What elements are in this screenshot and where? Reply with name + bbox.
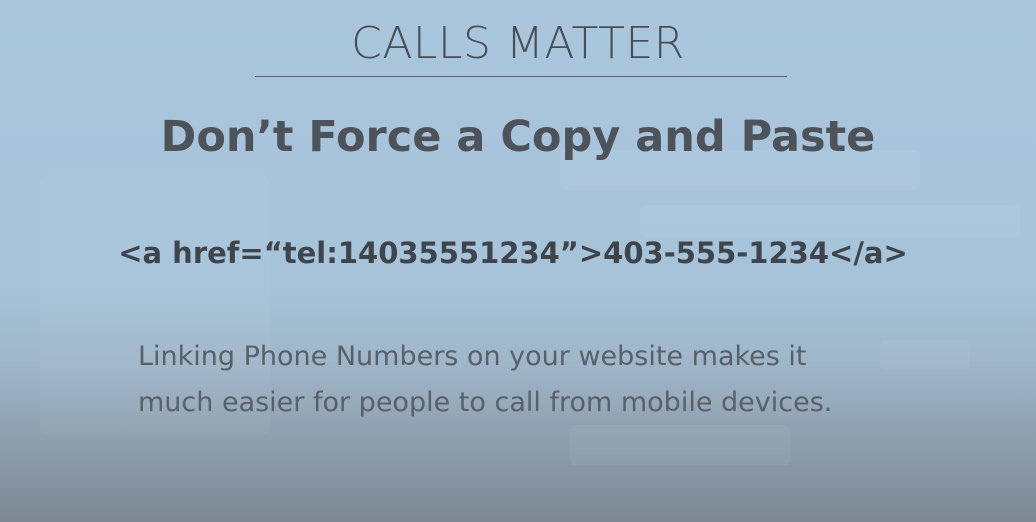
- background-ghost-block: [570, 425, 790, 465]
- slide-body-text: Linking Phone Numbers on your website ma…: [138, 334, 998, 426]
- title-divider: [255, 76, 787, 77]
- code-example: <a href=“tel:14035551234”>403-555-1234</…: [118, 236, 908, 270]
- body-line: Linking Phone Numbers on your website ma…: [138, 341, 807, 372]
- background-ghost-block: [640, 205, 1020, 237]
- slide-subtitle: Don’t Force a Copy and Paste: [160, 112, 876, 162]
- slide-title: CALLS MATTER: [351, 18, 685, 69]
- body-line: much easier for people to call from mobi…: [138, 387, 833, 418]
